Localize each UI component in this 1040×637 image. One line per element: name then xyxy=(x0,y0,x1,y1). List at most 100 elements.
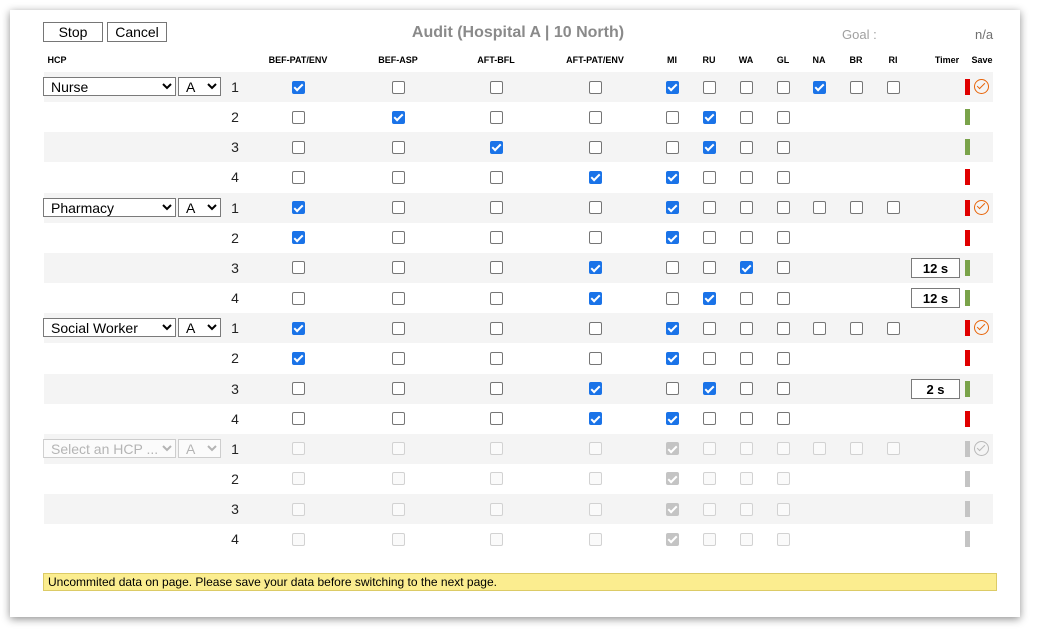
checkbox-aft-pat-env[interactable] xyxy=(588,140,602,154)
checkbox-wa[interactable] xyxy=(739,110,753,124)
checkbox-ru[interactable] xyxy=(702,261,716,275)
checkbox-wa[interactable] xyxy=(739,80,753,94)
checkbox-aft-bfl[interactable] xyxy=(489,261,503,275)
checkbox-aft-bfl[interactable] xyxy=(489,351,503,365)
checkbox-aft-pat-env[interactable] xyxy=(588,231,602,245)
checkbox-ri[interactable] xyxy=(886,80,900,94)
stop-button[interactable]: Stop xyxy=(43,22,103,42)
checkbox-ri[interactable] xyxy=(886,201,900,215)
checkbox-mi[interactable] xyxy=(665,321,679,335)
checkbox-br[interactable] xyxy=(849,321,863,335)
checkbox-bef-asp[interactable] xyxy=(391,140,405,154)
checkbox-bef-asp[interactable] xyxy=(391,412,405,426)
checkbox-gl[interactable] xyxy=(776,412,790,426)
cancel-button[interactable]: Cancel xyxy=(107,22,167,42)
checkbox-aft-pat-env[interactable] xyxy=(588,80,602,94)
checkbox-bef-pat-env[interactable] xyxy=(291,80,305,94)
checkbox-mi[interactable] xyxy=(665,261,679,275)
checkbox-bef-asp[interactable] xyxy=(391,201,405,215)
checkbox-wa[interactable] xyxy=(739,201,753,215)
checkbox-ru[interactable] xyxy=(702,351,716,365)
checkbox-bef-pat-env[interactable] xyxy=(291,170,305,184)
checkbox-aft-pat-env[interactable] xyxy=(588,291,602,305)
checkbox-aft-pat-env[interactable] xyxy=(588,382,602,395)
checkbox-gl[interactable] xyxy=(776,170,790,184)
checkbox-wa[interactable] xyxy=(739,261,753,275)
checkbox-bef-pat-env[interactable] xyxy=(291,412,305,426)
checkbox-bef-asp[interactable] xyxy=(391,291,405,305)
checkbox-gl[interactable] xyxy=(776,201,790,215)
hcp-select[interactable]: Social Worker xyxy=(43,318,176,338)
checkbox-wa[interactable] xyxy=(739,291,753,305)
checkbox-wa[interactable] xyxy=(739,382,753,395)
checkbox-bef-pat-env[interactable] xyxy=(291,351,305,365)
checkbox-aft-bfl[interactable] xyxy=(489,291,503,305)
checkbox-wa[interactable] xyxy=(739,231,753,245)
checkbox-bef-pat-env[interactable] xyxy=(291,291,305,305)
checkbox-gl[interactable] xyxy=(776,110,790,124)
checkbox-ri[interactable] xyxy=(886,321,900,335)
checkbox-mi[interactable] xyxy=(665,291,679,305)
checkbox-aft-pat-env[interactable] xyxy=(588,170,602,184)
checkbox-wa[interactable] xyxy=(739,351,753,365)
checkbox-mi[interactable] xyxy=(665,351,679,365)
checkbox-ru[interactable] xyxy=(702,170,716,184)
checkbox-aft-pat-env[interactable] xyxy=(588,110,602,124)
checkbox-br[interactable] xyxy=(849,80,863,94)
checkbox-ru[interactable] xyxy=(702,291,716,305)
checkbox-gl[interactable] xyxy=(776,140,790,154)
checkbox-bef-pat-env[interactable] xyxy=(291,382,305,395)
checkbox-mi[interactable] xyxy=(665,201,679,215)
save-check-icon[interactable] xyxy=(974,79,989,94)
checkbox-mi[interactable] xyxy=(665,382,679,395)
checkbox-wa[interactable] xyxy=(739,140,753,154)
checkbox-aft-bfl[interactable] xyxy=(489,231,503,245)
checkbox-gl[interactable] xyxy=(776,231,790,245)
checkbox-mi[interactable] xyxy=(665,110,679,124)
checkbox-aft-bfl[interactable] xyxy=(489,412,503,426)
checkbox-aft-bfl[interactable] xyxy=(489,170,503,184)
checkbox-aft-pat-env[interactable] xyxy=(588,201,602,215)
checkbox-br[interactable] xyxy=(849,201,863,215)
grade-select[interactable]: A xyxy=(178,77,221,96)
checkbox-bef-asp[interactable] xyxy=(391,382,405,395)
checkbox-na[interactable] xyxy=(812,80,826,94)
grade-select[interactable]: A xyxy=(178,197,221,217)
checkbox-bef-asp[interactable] xyxy=(391,110,405,124)
checkbox-aft-bfl[interactable] xyxy=(489,110,503,124)
checkbox-bef-pat-env[interactable] xyxy=(291,321,305,335)
checkbox-ru[interactable] xyxy=(702,201,716,215)
checkbox-gl[interactable] xyxy=(776,261,790,275)
checkbox-bef-asp[interactable] xyxy=(391,170,405,184)
checkbox-wa[interactable] xyxy=(739,321,753,335)
checkbox-aft-bfl[interactable] xyxy=(489,80,503,94)
checkbox-aft-bfl[interactable] xyxy=(489,201,503,215)
checkbox-aft-bfl[interactable] xyxy=(489,140,503,154)
checkbox-bef-pat-env[interactable] xyxy=(291,231,305,245)
checkbox-ru[interactable] xyxy=(702,412,716,426)
checkbox-mi[interactable] xyxy=(665,231,679,245)
checkbox-gl[interactable] xyxy=(776,291,790,305)
checkbox-gl[interactable] xyxy=(776,80,790,94)
checkbox-bef-asp[interactable] xyxy=(391,80,405,94)
checkbox-aft-pat-env[interactable] xyxy=(588,261,602,275)
checkbox-ru[interactable] xyxy=(702,110,716,124)
hcp-select[interactable]: Nurse xyxy=(43,77,176,96)
checkbox-bef-pat-env[interactable] xyxy=(291,201,305,215)
checkbox-na[interactable] xyxy=(812,321,826,335)
hcp-select[interactable]: Pharmacy xyxy=(43,197,176,217)
checkbox-aft-pat-env[interactable] xyxy=(588,412,602,426)
checkbox-aft-pat-env[interactable] xyxy=(588,321,602,335)
checkbox-mi[interactable] xyxy=(665,170,679,184)
checkbox-ru[interactable] xyxy=(702,231,716,245)
checkbox-wa[interactable] xyxy=(739,412,753,426)
checkbox-mi[interactable] xyxy=(665,412,679,426)
checkbox-bef-pat-env[interactable] xyxy=(291,140,305,154)
checkbox-aft-bfl[interactable] xyxy=(489,321,503,335)
grade-select[interactable]: A xyxy=(178,318,221,338)
checkbox-ru[interactable] xyxy=(702,80,716,94)
checkbox-ru[interactable] xyxy=(702,321,716,335)
checkbox-aft-bfl[interactable] xyxy=(489,382,503,395)
checkbox-na[interactable] xyxy=(812,201,826,215)
checkbox-bef-asp[interactable] xyxy=(391,261,405,275)
